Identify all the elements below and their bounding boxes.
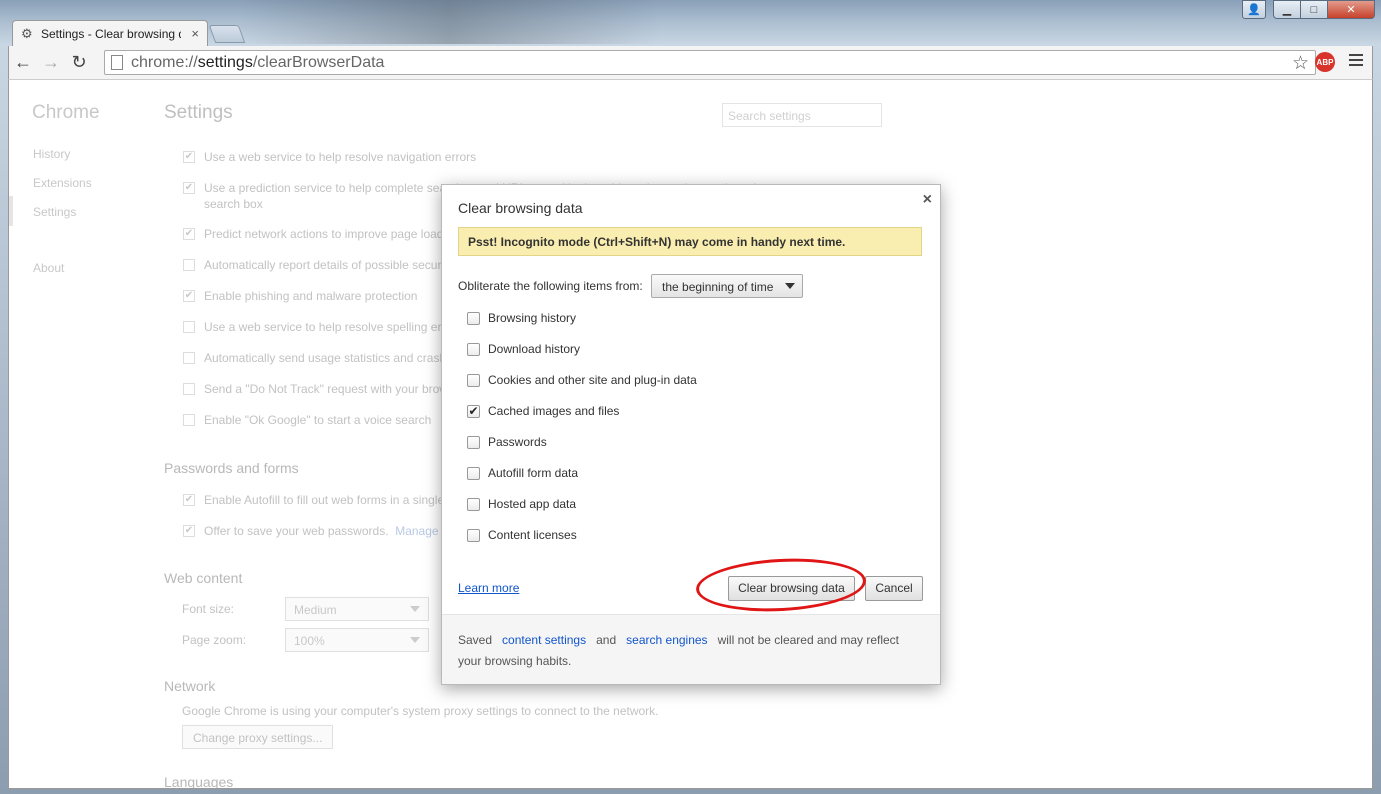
autofill-option[interactable]: ✔ Enable Autofill to fill out web forms i… xyxy=(183,493,444,507)
privacy-option[interactable]: Enable "Ok Google" to start a voice sear… xyxy=(183,413,431,427)
minimize-button[interactable]: ▁ xyxy=(1273,0,1301,19)
bookmark-star-icon[interactable]: ☆ xyxy=(1292,52,1309,75)
item-passwords[interactable]: Passwords xyxy=(467,435,547,449)
menu-icon[interactable] xyxy=(1349,54,1363,69)
checkbox[interactable]: ✔ xyxy=(183,525,195,537)
learn-more-link[interactable]: Learn more xyxy=(458,581,519,595)
checkbox[interactable] xyxy=(183,352,195,364)
item-hosted-app-data[interactable]: Hosted app data xyxy=(467,497,576,511)
content-settings-link[interactable]: content settings xyxy=(502,633,586,647)
forward-icon[interactable]: → xyxy=(37,49,65,77)
time-range-select[interactable]: the beginning of time xyxy=(651,274,803,298)
privacy-option[interactable]: ✔ Use a web service to help resolve navig… xyxy=(183,150,476,164)
clear-browsing-data-button[interactable]: Clear browsing data xyxy=(728,576,855,601)
gear-icon: ⚙ xyxy=(21,25,33,41)
sidebar-item-settings[interactable]: Settings xyxy=(33,205,76,219)
checkbox[interactable] xyxy=(467,466,480,480)
privacy-option[interactable]: Use a web service to help resolve spelli… xyxy=(183,320,445,334)
privacy-option-continued: search box xyxy=(204,197,263,211)
chevron-down-icon xyxy=(410,637,420,643)
font-size-select[interactable]: Medium xyxy=(285,597,429,621)
section-languages: Languages xyxy=(164,774,234,789)
obliterate-label: Obliterate the following items from: xyxy=(458,279,643,293)
frame-background xyxy=(240,0,660,44)
checkbox-checked[interactable]: ✔ xyxy=(467,404,480,418)
chevron-down-icon xyxy=(785,283,795,289)
privacy-option[interactable]: ✔ Enable phishing and malware protection xyxy=(183,289,417,303)
privacy-option[interactable]: Automatically report details of possible… xyxy=(183,258,441,272)
font-size-label: Font size: xyxy=(182,602,235,616)
checkbox[interactable]: ✔ xyxy=(183,182,195,194)
privacy-option[interactable]: Automatically send usage statistics and … xyxy=(183,351,446,365)
user-icon[interactable]: 👤 xyxy=(1242,0,1266,19)
page-zoom-select[interactable]: 100% xyxy=(285,628,429,652)
section-passwords-forms: Passwords and forms xyxy=(164,460,299,476)
reload-icon[interactable]: ↻ xyxy=(65,49,93,77)
page-title: Settings xyxy=(164,102,233,123)
checkbox[interactable] xyxy=(183,383,195,395)
browser-toolbar: ← → ↻ chrome://settings/clearBrowserData… xyxy=(8,46,1373,79)
address-bar[interactable]: chrome://settings/clearBrowserData ☆ xyxy=(104,50,1316,75)
search-input[interactable]: Search settings xyxy=(722,103,882,127)
checkbox[interactable] xyxy=(467,497,480,511)
back-icon[interactable]: ← xyxy=(9,49,37,77)
page-icon xyxy=(111,55,123,70)
privacy-option[interactable]: Send a "Do Not Track" request with your … xyxy=(183,382,448,396)
url-text: chrome://settings/clearBrowserData xyxy=(131,53,385,71)
checkbox[interactable]: ✔ xyxy=(183,494,195,506)
save-passwords-option[interactable]: ✔ Offer to save your web passwords. Manag… xyxy=(183,524,449,538)
privacy-option[interactable]: ✔ Predict network actions to improve page… xyxy=(183,227,443,241)
sidebar-item-history[interactable]: History xyxy=(33,147,70,161)
checkbox[interactable] xyxy=(467,311,480,325)
search-engines-link[interactable]: search engines xyxy=(626,633,707,647)
checkbox[interactable]: ✔ xyxy=(183,151,195,163)
adblock-icon[interactable]: ABP xyxy=(1315,52,1335,72)
dialog-footer: Saved content settings and search engine… xyxy=(442,614,940,684)
section-web-content: Web content xyxy=(164,570,243,586)
checkbox[interactable] xyxy=(467,435,480,449)
cancel-button[interactable]: Cancel xyxy=(865,576,923,601)
window-controls: 👤 ▁ □ ✕ xyxy=(1242,0,1375,19)
incognito-promo: Psst! Incognito mode (Ctrl+Shift+N) may … xyxy=(458,227,922,256)
checkbox[interactable]: ✔ xyxy=(183,290,195,302)
checkbox[interactable] xyxy=(467,373,480,387)
clear-browsing-data-dialog: Clear browsing data × Psst! Incognito mo… xyxy=(441,184,941,685)
sidebar-active-indicator xyxy=(9,196,13,226)
checkbox[interactable] xyxy=(183,259,195,271)
sidebar-item-about[interactable]: About xyxy=(33,261,64,275)
item-download-history[interactable]: Download history xyxy=(467,342,580,356)
maximize-button[interactable]: □ xyxy=(1300,0,1328,19)
sidebar-title: Chrome xyxy=(32,102,100,123)
close-icon[interactable]: × xyxy=(923,191,932,209)
checkbox[interactable] xyxy=(467,342,480,356)
close-window-button[interactable]: ✕ xyxy=(1327,0,1375,19)
tab-title: Settings - Clear browsing d xyxy=(41,26,181,41)
section-network: Network xyxy=(164,678,216,694)
new-tab-button[interactable] xyxy=(208,25,246,43)
tab-close-icon[interactable]: × xyxy=(191,26,199,41)
network-description: Google Chrome is using your computer's s… xyxy=(182,704,659,718)
chevron-down-icon xyxy=(410,606,420,612)
change-proxy-button[interactable]: Change proxy settings... xyxy=(182,725,334,749)
item-autofill[interactable]: Autofill form data xyxy=(467,466,578,480)
checkbox[interactable] xyxy=(183,321,195,333)
dialog-title: Clear browsing data xyxy=(458,200,583,216)
checkbox[interactable] xyxy=(467,528,480,542)
item-browsing-history[interactable]: Browsing history xyxy=(467,311,576,325)
checkbox[interactable]: ✔ xyxy=(183,228,195,240)
item-cached-images[interactable]: ✔ Cached images and files xyxy=(467,404,619,418)
page-zoom-label: Page zoom: xyxy=(182,633,247,647)
item-cookies[interactable]: Cookies and other site and plug-in data xyxy=(467,373,697,387)
tab-settings[interactable]: ⚙ Settings - Clear browsing d × xyxy=(12,20,208,46)
item-content-licenses[interactable]: Content licenses xyxy=(467,528,577,542)
checkbox[interactable] xyxy=(183,414,195,426)
sidebar-item-extensions[interactable]: Extensions xyxy=(33,176,92,190)
